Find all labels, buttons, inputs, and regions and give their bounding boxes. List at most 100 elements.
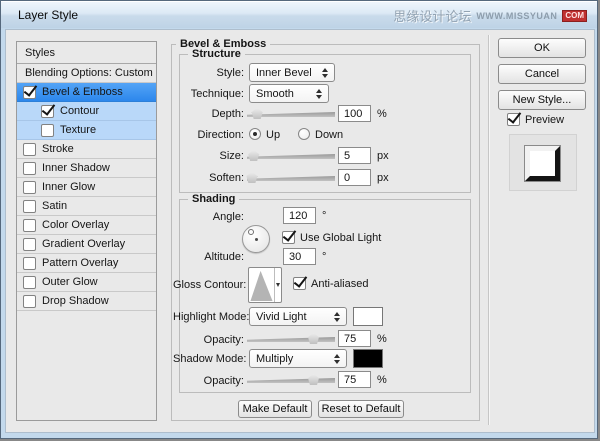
sidebar-item-label: Outer Glow <box>42 276 98 288</box>
contour-dropdown-arrow-icon[interactable] <box>274 268 281 302</box>
highlight-opacity-label: Opacity: <box>203 334 244 346</box>
direction-up-label: Up <box>266 129 281 141</box>
preview-checkbox[interactable] <box>507 113 520 126</box>
size-input[interactable] <box>338 147 371 164</box>
slider-thumb[interactable] <box>308 333 319 344</box>
inner-glow-checkbox[interactable] <box>23 180 36 194</box>
shadow-opacity-label: Opacity: <box>203 375 244 387</box>
angle-dial[interactable] <box>242 225 270 253</box>
sidebar-item-label: Bevel & Emboss <box>42 86 123 98</box>
highlight-opacity-slider[interactable] <box>247 332 335 345</box>
contour-checkbox[interactable] <box>41 104 54 118</box>
depth-slider[interactable] <box>247 107 335 120</box>
shadow-opacity-unit: % <box>377 374 387 386</box>
sidebar-item-outer-glow[interactable]: Outer Glow <box>17 273 156 292</box>
inner-shadow-checkbox[interactable] <box>23 161 36 175</box>
shadow-mode-dropdown[interactable]: Multiply <box>249 349 347 368</box>
pattern-overlay-checkbox[interactable] <box>23 256 36 270</box>
sidebar-item-label: Texture <box>60 124 97 136</box>
ok-button[interactable]: OK <box>498 38 586 58</box>
stroke-checkbox[interactable] <box>23 142 36 156</box>
direction-up-radio[interactable] <box>249 128 261 140</box>
sidebar-item-contour[interactable]: Contour <box>17 102 156 121</box>
highlight-mode-dropdown[interactable]: Vivid Light <box>249 307 347 326</box>
updown-arrows-icon <box>334 308 341 325</box>
sidebar-item-drop-shadow[interactable]: Drop Shadow <box>17 292 156 311</box>
depth-input[interactable] <box>338 105 371 122</box>
soften-label: Soften: <box>209 172 244 184</box>
bevel-preview-square-icon <box>525 146 560 181</box>
reset-to-default-button[interactable]: Reset to Default <box>318 400 404 418</box>
sidebar-item-bevel-emboss[interactable]: Bevel & Emboss <box>17 83 156 102</box>
sidebar-item-inner-glow[interactable]: Inner Glow <box>17 178 156 197</box>
altitude-label: Altitude: <box>204 251 244 263</box>
drop-shadow-checkbox[interactable] <box>23 294 36 308</box>
sidebar-item-texture[interactable]: Texture <box>17 121 156 140</box>
watermark-badge: COM <box>562 9 587 22</box>
sidebar-item-blending-options[interactable]: Blending Options: Custom <box>17 64 156 83</box>
sidebar-item-label: Drop Shadow <box>42 295 109 307</box>
shadow-color-swatch[interactable] <box>353 349 383 368</box>
soften-input[interactable] <box>338 169 371 186</box>
shadow-opacity-slider[interactable] <box>247 373 335 386</box>
use-global-light-checkbox[interactable] <box>282 231 295 244</box>
window-title: Layer Style <box>18 8 79 22</box>
sidebar-item-styles[interactable]: Styles <box>17 42 156 64</box>
slider-track <box>247 337 335 342</box>
layer-style-dialog: Layer Style 思缘设计论坛 WWW.MISSYUAN COM Styl… <box>0 0 598 439</box>
slider-track <box>247 176 335 181</box>
highlight-mode-value: Vivid Light <box>256 311 307 323</box>
technique-dropdown[interactable]: Smooth <box>249 84 329 103</box>
gloss-contour-picker[interactable] <box>248 267 282 303</box>
size-slider[interactable] <box>247 149 335 162</box>
slider-thumb[interactable] <box>308 374 319 385</box>
color-overlay-checkbox[interactable] <box>23 218 36 232</box>
sidebar-item-label: Styles <box>25 46 55 59</box>
sidebar-item-pattern-overlay[interactable]: Pattern Overlay <box>17 254 156 273</box>
highlight-opacity-unit: % <box>377 333 387 345</box>
angle-input[interactable] <box>283 207 316 224</box>
updown-arrows-icon <box>316 85 323 102</box>
cone-contour-icon <box>250 270 273 301</box>
cancel-button[interactable]: Cancel <box>498 64 586 84</box>
sidebar-item-label: Gradient Overlay <box>42 238 126 250</box>
outer-glow-checkbox[interactable] <box>23 275 36 289</box>
slider-thumb[interactable] <box>248 150 260 161</box>
highlight-color-swatch[interactable] <box>353 307 383 326</box>
sidebar-item-stroke[interactable]: Stroke <box>17 140 156 159</box>
sidebar-item-gradient-overlay[interactable]: Gradient Overlay <box>17 235 156 254</box>
titlebar[interactable]: Layer Style 思缘设计论坛 WWW.MISSYUAN COM <box>1 1 597 28</box>
slider-thumb[interactable] <box>251 108 263 119</box>
slider-thumb[interactable] <box>246 172 258 183</box>
use-global-light-label: Use Global Light <box>300 232 382 244</box>
highlight-opacity-input[interactable] <box>338 330 371 347</box>
highlight-mode-label: Highlight Mode: <box>173 311 250 323</box>
sidebar-item-label: Satin <box>42 200 68 212</box>
altitude-input[interactable] <box>283 248 316 265</box>
satin-checkbox[interactable] <box>23 199 36 213</box>
technique-value: Smooth <box>256 88 294 100</box>
gloss-contour-label: Gloss Contour: <box>173 279 247 291</box>
bevel-emboss-checkbox[interactable] <box>23 85 36 99</box>
make-default-button[interactable]: Make Default <box>238 400 312 418</box>
style-value: Inner Bevel <box>256 67 312 79</box>
style-dropdown[interactable]: Inner Bevel <box>249 63 335 82</box>
style-label: Style: <box>216 67 244 79</box>
anti-aliased-label: Anti-aliased <box>311 278 369 290</box>
texture-checkbox[interactable] <box>41 123 54 137</box>
sidebar-item-satin[interactable]: Satin <box>17 197 156 216</box>
gradient-overlay-checkbox[interactable] <box>23 237 36 251</box>
direction-down-radio[interactable] <box>298 128 310 140</box>
sidebar-item-color-overlay[interactable]: Color Overlay <box>17 216 156 235</box>
watermark: 思缘设计论坛 WWW.MISSYUAN COM <box>393 6 587 25</box>
sidebar-item-label: Contour <box>60 105 100 117</box>
soften-slider[interactable] <box>246 171 335 184</box>
sidebar-item-label: Inner Shadow <box>42 162 110 174</box>
shadow-opacity-input[interactable] <box>338 371 371 388</box>
depth-label: Depth: <box>211 108 244 120</box>
sidebar-item-inner-shadow[interactable]: Inner Shadow <box>17 159 156 178</box>
new-style-button[interactable]: New Style... <box>498 90 586 110</box>
angle-label: Angle: <box>212 211 244 223</box>
shadow-mode-value: Multiply <box>256 353 294 365</box>
anti-aliased-checkbox[interactable] <box>293 277 306 290</box>
